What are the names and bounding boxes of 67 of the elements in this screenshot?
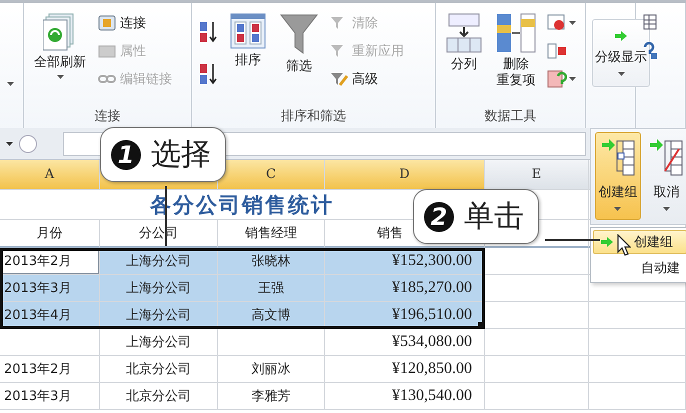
ribbon-button[interactable]: 高级 [328, 69, 406, 89]
group-label: 数据工具 [484, 108, 536, 125]
ribbon-icon-button[interactable] [6, 81, 15, 87]
ribbon-button[interactable]: 删除 重复项 [492, 9, 540, 94]
column-header[interactable]: D [325, 160, 485, 190]
table-cell: 2013年2月 [0, 356, 100, 383]
table-cell: ¥185,270.00 [325, 275, 485, 302]
table-cell: 2013年2月 [0, 248, 100, 275]
ribbon-button[interactable]: 筛选 [276, 9, 322, 80]
ribbon-button[interactable]: 连接 [96, 13, 174, 33]
caret-icon [6, 142, 13, 146]
step-number: 1 [111, 140, 141, 170]
caret-icon [569, 77, 576, 81]
ribbon-button[interactable]: 分列 [442, 9, 486, 78]
step-number: 2 [424, 202, 454, 232]
consolidate-icon [547, 42, 567, 60]
grid-icon [643, 14, 657, 32]
connection-icon [98, 15, 116, 31]
group-label: 连接 [94, 108, 120, 125]
column-heading: 销售经理 [218, 220, 325, 248]
arrow-icon [614, 30, 628, 42]
caret-icon [569, 21, 576, 25]
table-cell: ¥130,540.00 [325, 383, 485, 410]
caret-icon [614, 207, 622, 211]
table-cell: 2013年3月 [0, 383, 100, 410]
column-header[interactable]: A [0, 160, 100, 190]
ungroup-icon [649, 137, 684, 177]
table-cell: 北京分公司 [100, 383, 218, 410]
arrow-icon [600, 236, 614, 248]
remove-duplicates-icon [496, 13, 536, 53]
properties-icon [98, 43, 116, 59]
ribbon-button[interactable]: 全部刷新 [30, 9, 90, 84]
callout-text: 选择 [151, 136, 211, 174]
group-label: 排序和筛选 [281, 108, 346, 125]
table-cell: 上海分公司 [100, 275, 218, 302]
data-validation-icon [547, 14, 567, 32]
sort-descending-icon [199, 62, 219, 86]
table-cell: 北京分公司 [100, 356, 218, 383]
table-cell: 上海分公司 [100, 329, 218, 356]
ribbon-button[interactable]: 分级显示 [592, 19, 650, 87]
table-cell: 2013年3月 [0, 275, 100, 302]
caret-icon [7, 82, 14, 86]
table-cell: 刘丽冰 [218, 356, 325, 383]
table-cell: 王强 [218, 275, 325, 302]
ribbon-button[interactable]: 创建组 [595, 132, 640, 220]
cursor-icon [617, 234, 631, 256]
text-to-columns-icon [446, 13, 482, 53]
column-header[interactable]: E [485, 160, 589, 190]
filter-icon [280, 13, 318, 55]
ribbon-button[interactable]: 排序 [226, 9, 270, 74]
column-header[interactable]: C [218, 160, 325, 190]
advanced-filter-icon [330, 71, 348, 87]
sort-ascending-icon [199, 20, 219, 44]
column-heading: 月份 [0, 220, 100, 248]
caret-icon [662, 207, 670, 211]
ribbon-button[interactable]: 取消 [644, 132, 686, 220]
leader-line [545, 239, 600, 240]
table-cell: ¥120,850.00 [325, 356, 485, 383]
table-cell: 李雅芳 [218, 383, 325, 410]
menu-item[interactable]: 自动建 [593, 256, 686, 280]
group-icon [600, 137, 635, 177]
table-cell: ¥534,080.00 [325, 329, 485, 356]
menu-item[interactable]: 创建组 [593, 230, 686, 254]
caret-icon [56, 75, 64, 80]
caret-icon [618, 72, 624, 76]
what-if-icon [547, 70, 567, 88]
sort-icon [230, 13, 266, 49]
